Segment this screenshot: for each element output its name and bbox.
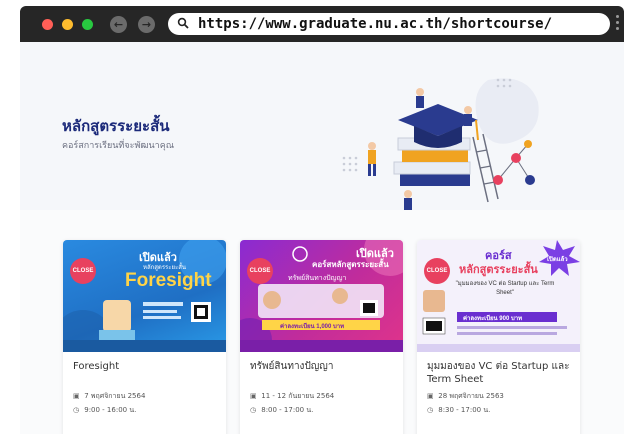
window-minimize-dot[interactable]: [62, 19, 73, 30]
search-icon: [177, 17, 189, 29]
clock-icon: ◷: [427, 406, 434, 414]
course-list: CLOSE เปิดแล้ว หลักสูตรระยะสั้น Foresigh…: [20, 210, 624, 434]
course-time: ◷ 9:00 - 16:00 น.: [73, 403, 216, 417]
course-title[interactable]: ทรัพย์สินทางปัญญา: [250, 360, 393, 386]
calendar-icon: ▣: [250, 392, 257, 400]
page-subtitle: คอร์สการเรียนที่จะพัฒนาคุณ: [62, 141, 175, 151]
poster-price: ค่าลงทะเบียน 900 บาท: [463, 316, 523, 322]
calendar-icon: ▣: [427, 392, 434, 400]
poster-subheading: หลักสูตรระยะสั้น: [459, 264, 538, 276]
clock-icon: ◷: [73, 406, 80, 414]
clock-icon: ◷: [250, 406, 257, 414]
address-bar[interactable]: https://www.graduate.nu.ac.th/shortcours…: [168, 13, 610, 35]
course-poster: CLOSE เปิดแล้ว คอร์สหลักสูตรระยะสั้น ทรั…: [240, 240, 403, 352]
poster-title: "มุมมองของ VC ต่อ Startup และ Term Sheet…: [455, 281, 555, 296]
course-date: ▣ 11 - 12 กันยายน 2564: [250, 389, 393, 403]
course-date: ▣ 28 พฤศจิกายน 2563: [427, 389, 570, 403]
course-time: ◷ 8:30 - 17:00 น.: [427, 403, 570, 417]
status-badge: CLOSE: [247, 258, 273, 284]
course-time: ◷ 8:00 - 17:00 น.: [250, 403, 393, 417]
poster-price: ค่าลงทะเบียน 1,000 บาท: [280, 324, 345, 330]
url-text: https://www.graduate.nu.ac.th/shortcours…: [198, 16, 553, 32]
course-card-ip[interactable]: CLOSE เปิดแล้ว คอร์สหลักสูตรระยะสั้น ทรั…: [240, 240, 403, 434]
course-date: ▣ 7 พฤศจิกายน 2564: [73, 389, 216, 403]
poster-subheading: คอร์สหลักสูตรระยะสั้น: [312, 260, 389, 269]
course-title[interactable]: Foresight: [73, 360, 216, 386]
status-badge: CLOSE: [424, 258, 450, 284]
hero-banner: หลักสูตรระยะสั้น คอร์สการเรียนที่จะพัฒนา…: [20, 42, 624, 210]
course-card-vc-startup[interactable]: CLOSE เปิดแล้ว คอร์ส หลักสูตรระยะสั้น "ม…: [417, 240, 580, 434]
graduation-illustration: [342, 78, 539, 210]
browser-toolbar: ← → https://www.graduate.nu.ac.th/shortc…: [20, 6, 624, 42]
back-arrow-icon[interactable]: ←: [110, 16, 127, 33]
forward-arrow-icon[interactable]: →: [138, 16, 155, 33]
calendar-icon: ▣: [73, 392, 80, 400]
poster-burst-text: เปิดแล้ว: [547, 257, 568, 263]
status-badge: CLOSE: [70, 258, 96, 284]
poster-title: ทรัพย์สินทางปัญญา: [288, 275, 347, 282]
course-poster: CLOSE เปิดแล้ว คอร์ส หลักสูตรระยะสั้น "ม…: [417, 240, 580, 352]
page-title: หลักสูตรระยะสั้น: [62, 117, 170, 135]
course-poster: CLOSE เปิดแล้ว หลักสูตรระยะสั้น Foresigh…: [63, 240, 226, 352]
window-maximize-dot[interactable]: [82, 19, 93, 30]
poster-title: Foresight: [125, 270, 212, 291]
browser-menu-icon[interactable]: [616, 15, 620, 33]
course-card-foresight[interactable]: CLOSE เปิดแล้ว หลักสูตรระยะสั้น Foresigh…: [63, 240, 226, 434]
page-content: หลักสูตรระยะสั้น คอร์สการเรียนที่จะพัฒนา…: [20, 42, 624, 434]
window-close-dot[interactable]: [42, 19, 53, 30]
course-title[interactable]: มุมมองของ VC ต่อ Startup และ Term Sheet: [427, 360, 570, 386]
